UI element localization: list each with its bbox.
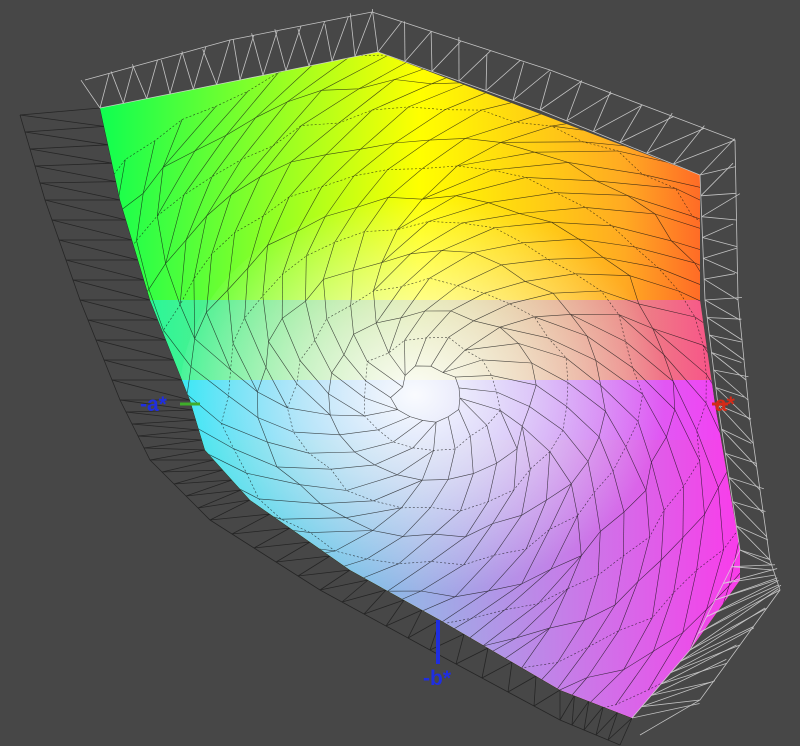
gamut-viewer[interactable]: -a* a* -b* [0,0,800,746]
neg-a-axis-label: -a* [140,393,167,416]
gamut-3d-plot[interactable] [0,0,800,746]
neg-b-axis-label: -b* [423,667,451,690]
pos-a-axis-label: a* [715,393,735,416]
